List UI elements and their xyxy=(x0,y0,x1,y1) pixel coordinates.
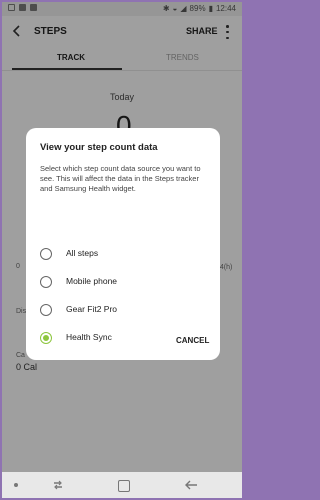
radio-button[interactable] xyxy=(40,304,52,316)
cancel-button[interactable]: CANCEL xyxy=(176,336,209,345)
option-label: Mobile phone xyxy=(66,276,118,286)
home-icon[interactable] xyxy=(118,480,130,492)
nav-back-icon[interactable] xyxy=(184,479,198,491)
radio-button[interactable] xyxy=(40,248,52,260)
dialog-description: Select which step count data source you … xyxy=(40,164,201,193)
navigation-bar xyxy=(2,472,242,498)
nav-dot-icon[interactable] xyxy=(14,483,18,487)
recent-apps-icon[interactable] xyxy=(52,479,64,491)
radio-button-selected[interactable] xyxy=(40,332,52,344)
option-all-steps[interactable]: All steps xyxy=(40,246,210,266)
option-label: All steps xyxy=(66,248,99,258)
radio-button[interactable] xyxy=(40,276,52,288)
option-label: Gear Fit2 Pro xyxy=(66,304,118,314)
option-gear-fit2-pro[interactable]: Gear Fit2 Pro xyxy=(40,302,210,322)
dialog-title: View your step count data xyxy=(40,142,158,153)
step-source-dialog: View your step count data Select which s… xyxy=(26,128,220,360)
option-mobile-phone[interactable]: Mobile phone xyxy=(40,274,210,294)
phone-screen: ✱ ◒ ◢ 89% ▮ 12:44 STEPS SHARE TRACK TREN… xyxy=(2,2,242,498)
option-label: Health Sync xyxy=(66,332,112,342)
